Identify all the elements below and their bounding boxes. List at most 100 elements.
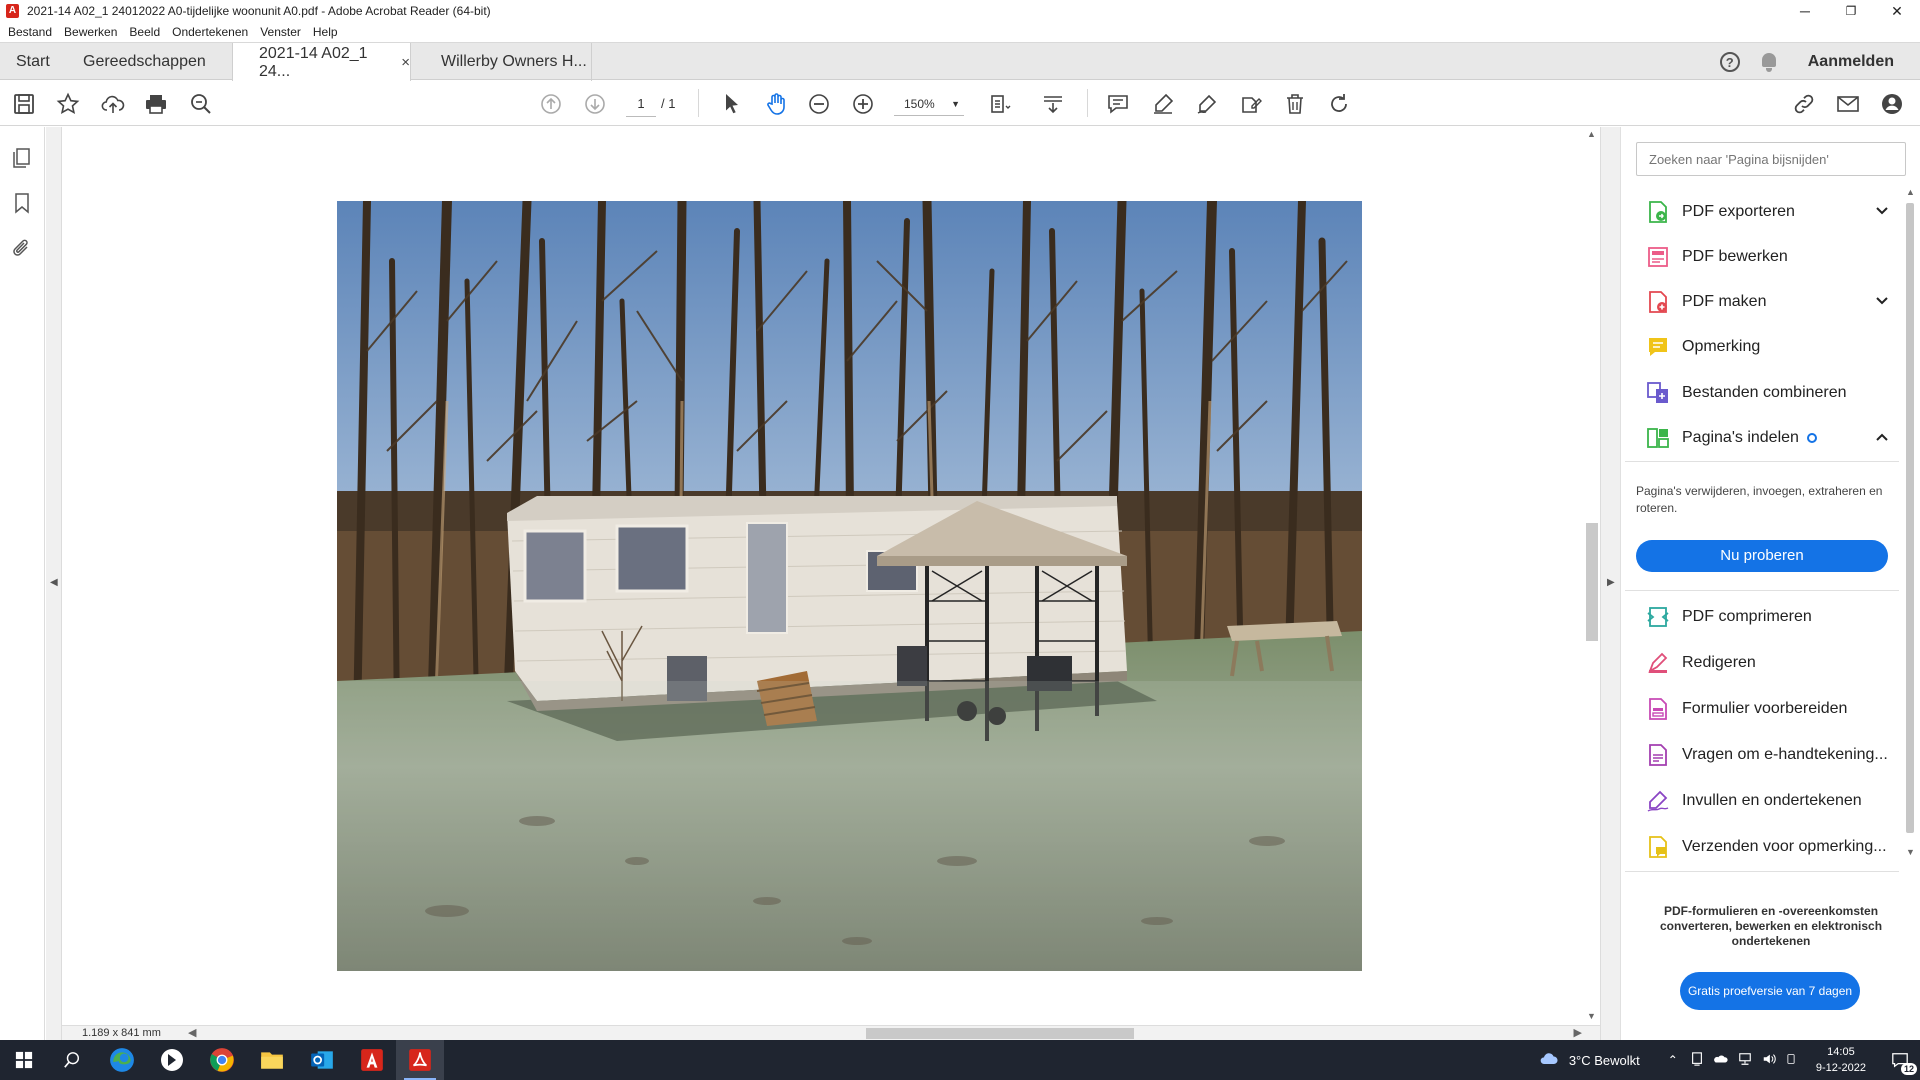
- tool-edit-pdf[interactable]: PDF bewerken: [1621, 237, 1899, 277]
- edit-pdf-icon: [1646, 245, 1670, 269]
- tool-organize-pages[interactable]: Pagina's indelen: [1621, 418, 1899, 458]
- tools-pane-scrollbar[interactable]: ▲ ▼: [1903, 187, 1917, 859]
- help-icon[interactable]: ?: [1719, 52, 1740, 72]
- tab-tools[interactable]: Gereedschappen: [83, 43, 206, 81]
- tab-home[interactable]: Start: [16, 43, 50, 81]
- highlight-pen-icon[interactable]: [1150, 91, 1176, 117]
- tool-label: Redigeren: [1682, 654, 1756, 671]
- scroll-right-arrow-icon[interactable]: ▶: [1574, 1026, 1582, 1039]
- weather-cloud-icon[interactable]: [1537, 1049, 1561, 1072]
- page-number-input[interactable]: 1: [626, 91, 656, 117]
- tool-request-signature[interactable]: Vragen om e-handtekening...: [1621, 735, 1899, 775]
- device-icon[interactable]: [1690, 1051, 1704, 1069]
- zoom-search-icon[interactable]: [188, 91, 214, 117]
- attachments-paperclip-icon[interactable]: [11, 237, 33, 259]
- volume-speaker-icon[interactable]: [1762, 1052, 1776, 1069]
- chevron-up-icon[interactable]: [1875, 430, 1889, 447]
- menu-view[interactable]: Beeld: [129, 25, 160, 39]
- share-link-icon[interactable]: [1791, 91, 1817, 117]
- notification-bell-icon[interactable]: [1760, 52, 1778, 72]
- tool-label: Invullen en ondertekenen: [1682, 792, 1862, 809]
- document-viewport[interactable]: [62, 127, 1584, 1025]
- vertical-scroll-thumb[interactable]: [1586, 523, 1598, 641]
- sign-pen-icon[interactable]: [1194, 91, 1220, 117]
- scroll-left-arrow-icon[interactable]: ◀: [188, 1026, 196, 1039]
- tool-comment[interactable]: Opmerking: [1621, 327, 1899, 367]
- tool-export-pdf[interactable]: PDF exporteren: [1621, 192, 1899, 232]
- delete-trash-icon[interactable]: [1282, 91, 1308, 117]
- next-page-icon[interactable]: [582, 91, 608, 117]
- fit-page-icon[interactable]: [988, 91, 1014, 117]
- menu-help[interactable]: Help: [313, 25, 338, 39]
- tool-fill-sign[interactable]: Invullen en ondertekenen: [1621, 781, 1899, 821]
- page-thumbnails-icon[interactable]: [11, 147, 33, 169]
- chevron-down-icon[interactable]: [1875, 204, 1889, 221]
- vertical-scrollbar[interactable]: ▲ ▼: [1584, 127, 1600, 1025]
- search-icon[interactable]: [48, 1040, 96, 1080]
- rotate-icon[interactable]: [1326, 91, 1352, 117]
- tool-send-for-comments[interactable]: Verzenden voor opmerking...: [1621, 827, 1899, 867]
- windows-start-icon[interactable]: [0, 1040, 48, 1080]
- tab-document-active[interactable]: 2021-14 A02_1 24... ×: [232, 43, 411, 82]
- zoom-out-icon[interactable]: [806, 91, 832, 117]
- language-indicator-icon[interactable]: [1786, 1052, 1796, 1069]
- organize-pages-icon: [1646, 426, 1670, 450]
- left-panel-toggle[interactable]: ◀: [46, 127, 62, 1040]
- file-explorer-icon[interactable]: [248, 1040, 296, 1080]
- print-icon[interactable]: [143, 91, 169, 117]
- network-icon[interactable]: [1738, 1052, 1752, 1069]
- tool-compress-pdf[interactable]: PDF comprimeren: [1621, 597, 1899, 637]
- onedrive-sync-icon[interactable]: [1713, 1052, 1728, 1069]
- comment-icon[interactable]: [1105, 91, 1131, 117]
- menu-window[interactable]: Venster: [260, 25, 301, 39]
- scroll-up-arrow-icon[interactable]: ▲: [1587, 129, 1596, 139]
- tool-combine-files[interactable]: Bestanden combineren: [1621, 373, 1899, 413]
- minimize-button[interactable]: ─: [1782, 0, 1828, 22]
- acrobat-reader-taskbar-icon[interactable]: [396, 1040, 444, 1080]
- edit-text-icon[interactable]: [1238, 91, 1264, 117]
- edge-browser-icon[interactable]: [98, 1040, 146, 1080]
- media-app-icon[interactable]: [148, 1040, 196, 1080]
- bookmark-star-icon[interactable]: [55, 91, 81, 117]
- tool-prepare-form[interactable]: Formulier voorbereiden: [1621, 689, 1899, 729]
- chevron-down-icon[interactable]: [1875, 294, 1889, 311]
- weather-text[interactable]: 3°C Bewolkt: [1569, 1053, 1640, 1068]
- zoom-in-icon[interactable]: [850, 91, 876, 117]
- tools-pane-scroll-thumb[interactable]: [1906, 203, 1914, 833]
- scroll-up-arrow-icon[interactable]: ▲: [1906, 187, 1915, 197]
- bookmarks-icon[interactable]: [11, 192, 33, 214]
- select-cursor-icon[interactable]: [719, 91, 745, 117]
- email-icon[interactable]: [1835, 91, 1861, 117]
- zoom-level-select[interactable]: 150% ▼: [894, 92, 964, 116]
- try-now-button[interactable]: Nu proberen: [1636, 540, 1888, 572]
- horizontal-scroll-thumb[interactable]: [866, 1028, 1134, 1039]
- right-panel-toggle[interactable]: ▶: [1600, 127, 1620, 1040]
- tab-close-icon[interactable]: ×: [401, 54, 410, 71]
- menu-edit[interactable]: Bewerken: [64, 25, 117, 39]
- menu-file[interactable]: Bestand: [8, 25, 52, 39]
- system-clock[interactable]: 14:05 9-12-2022: [1816, 1044, 1866, 1076]
- close-window-button[interactable]: ✕: [1874, 0, 1920, 22]
- tool-redact[interactable]: Redigeren: [1621, 643, 1899, 683]
- tools-search-input[interactable]: [1636, 142, 1906, 176]
- scroll-down-arrow-icon[interactable]: ▼: [1906, 847, 1915, 857]
- notification-center-icon[interactable]: 12: [1880, 1040, 1920, 1080]
- tab-document-2[interactable]: Willerby Owners H...: [412, 43, 592, 81]
- save-icon[interactable]: [11, 91, 37, 117]
- user-share-icon[interactable]: [1879, 91, 1905, 117]
- free-trial-button[interactable]: Gratis proefversie van 7 dagen: [1680, 972, 1860, 1010]
- show-hidden-icons-chevron-icon[interactable]: ⌃: [1668, 1053, 1678, 1067]
- maximize-button[interactable]: ❐: [1828, 0, 1874, 22]
- zoom-level-value: 150%: [904, 97, 935, 111]
- signin-button[interactable]: Aanmelden: [1808, 53, 1894, 71]
- hand-tool-icon[interactable]: [763, 91, 789, 117]
- cloud-upload-icon[interactable]: [100, 91, 126, 117]
- outlook-icon[interactable]: [298, 1040, 346, 1080]
- tool-create-pdf[interactable]: PDF maken: [1621, 282, 1899, 322]
- previous-page-icon[interactable]: [538, 91, 564, 117]
- acrobat-taskbar-icon[interactable]: [348, 1040, 396, 1080]
- menu-sign[interactable]: Ondertekenen: [172, 25, 248, 39]
- chrome-browser-icon[interactable]: [198, 1040, 246, 1080]
- scroll-mode-icon[interactable]: [1040, 91, 1066, 117]
- scroll-down-arrow-icon[interactable]: ▼: [1587, 1011, 1596, 1021]
